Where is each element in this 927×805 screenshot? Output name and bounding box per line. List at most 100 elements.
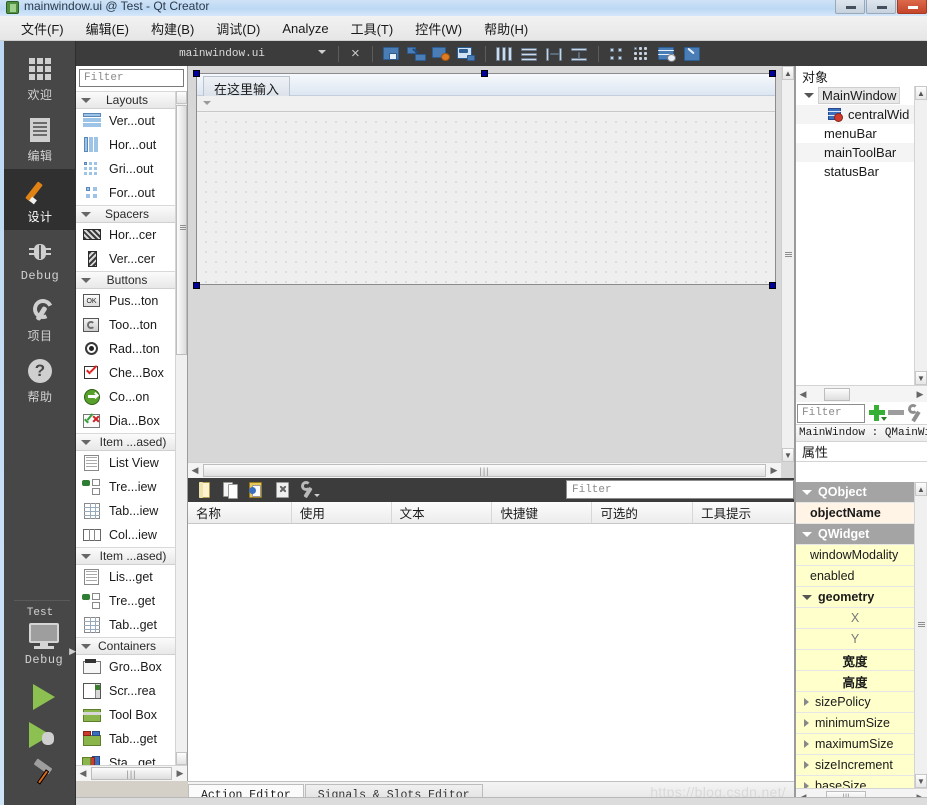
widget-list-widget[interactable]: Lis...get xyxy=(76,565,175,589)
property-basesize[interactable]: baseSize xyxy=(796,776,914,788)
menu-build[interactable]: 构建(B) xyxy=(140,16,205,41)
mode-edit[interactable]: 编辑 xyxy=(4,108,76,169)
scroll-down-arrow-icon[interactable]: ▼ xyxy=(915,371,927,385)
minimize-button[interactable] xyxy=(835,0,865,14)
scroll-right-arrow-icon[interactable]: ▶ xyxy=(767,465,781,476)
layout-splitter-vertical-button[interactable] xyxy=(568,44,591,64)
run-button[interactable] xyxy=(8,672,80,718)
property-editor-vertical-scrollbar[interactable]: ▲ ▼ xyxy=(914,482,927,788)
mode-projects[interactable]: 项目 xyxy=(4,288,76,349)
column-used[interactable]: 使用 xyxy=(292,502,392,523)
remove-dynamic-property-button[interactable] xyxy=(887,403,905,423)
configure-property-editor-button[interactable] xyxy=(905,403,925,423)
widget-category-layouts[interactable]: Layouts xyxy=(76,91,175,109)
widget-category-buttons[interactable]: Buttons xyxy=(76,271,175,289)
layout-grid-button[interactable] xyxy=(631,44,654,64)
mode-welcome[interactable]: 欢迎 xyxy=(4,47,76,108)
widget-list-view[interactable]: List View xyxy=(76,451,175,475)
widget-check-box[interactable]: Che...Box xyxy=(76,361,175,385)
object-inspector-vertical-scrollbar[interactable]: ▲ ▼ xyxy=(914,86,927,385)
scroll-up-arrow-icon[interactable] xyxy=(176,91,187,104)
column-name[interactable]: 名称 xyxy=(188,502,292,523)
scrollbar-thumb[interactable]: ||| xyxy=(91,767,172,780)
scroll-right-arrow-icon[interactable]: ▶ xyxy=(173,768,187,779)
close-document-button[interactable]: × xyxy=(345,45,366,62)
object-row-menubar[interactable]: menuBar xyxy=(796,124,927,143)
widget-box-filter-input[interactable]: Filter xyxy=(79,69,184,87)
selection-handle-top-right[interactable] xyxy=(769,70,776,77)
layout-form-button[interactable] xyxy=(606,44,629,64)
property-objectname[interactable]: objectName xyxy=(796,503,914,524)
menu-edit[interactable]: 编辑(E) xyxy=(75,16,140,41)
chevron-right-icon[interactable] xyxy=(804,740,809,748)
object-row-centralwidget[interactable]: centralWid xyxy=(796,105,927,124)
property-geometry-height[interactable]: 高度 xyxy=(796,671,914,692)
widget-tree-widget[interactable]: Tre...get xyxy=(76,589,175,613)
column-checkable[interactable]: 可选的 xyxy=(592,502,694,523)
widget-push-button[interactable]: OK Pus...ton xyxy=(76,289,175,313)
menu-debug[interactable]: 调试(D) xyxy=(205,16,271,41)
widget-scroll-area[interactable]: Scr...rea xyxy=(76,679,175,703)
mode-design[interactable]: 设计 xyxy=(4,169,76,230)
main-window-form[interactable]: 在这里输入 xyxy=(196,73,776,285)
edit-widgets-button[interactable] xyxy=(380,44,403,64)
new-action-button[interactable] xyxy=(193,479,217,501)
object-inspector-horizontal-scrollbar[interactable]: ◀ ▶ xyxy=(796,385,927,402)
scroll-down-arrow-icon[interactable]: ▼ xyxy=(782,448,794,462)
layout-vertically-button[interactable] xyxy=(518,44,541,64)
chevron-down-icon[interactable] xyxy=(804,93,814,98)
property-geometry-y[interactable]: Y xyxy=(796,629,914,650)
menu-analyze[interactable]: Analyze xyxy=(271,18,339,39)
mode-debug[interactable]: Debug xyxy=(4,230,76,288)
widget-box-vertical-scrollbar[interactable] xyxy=(175,91,187,765)
property-filter-input[interactable]: Filter xyxy=(797,403,865,423)
scroll-left-arrow-icon[interactable]: ◀ xyxy=(796,389,810,400)
widget-tree-view[interactable]: Tre...iew xyxy=(76,475,175,499)
widget-box-horizontal-scrollbar[interactable]: ◀ ||| ▶ xyxy=(76,765,187,781)
widget-stacked-widget[interactable]: Sta...get xyxy=(76,751,175,765)
start-debugging-button[interactable] xyxy=(8,718,80,756)
column-tooltip[interactable]: 工具提示 xyxy=(693,502,794,523)
widget-tool-button[interactable]: Too...ton xyxy=(76,313,175,337)
widget-column-view[interactable]: Col...iew xyxy=(76,523,175,547)
widget-category-item-widgets[interactable]: Item ...ased) xyxy=(76,547,175,565)
widget-radio-button[interactable]: Rad...ton xyxy=(76,337,175,361)
maximize-button[interactable] xyxy=(866,0,896,14)
edit-tab-order-button[interactable] xyxy=(455,44,478,64)
copy-action-button[interactable] xyxy=(219,479,243,501)
widget-vertical-spacer[interactable]: Ver...cer xyxy=(76,247,175,271)
column-text[interactable]: 文本 xyxy=(392,502,493,523)
menu-tools[interactable]: 工具(T) xyxy=(340,16,405,41)
widget-category-item-views[interactable]: Item ...ased) xyxy=(76,433,175,451)
widget-category-spacers[interactable]: Spacers xyxy=(76,205,175,223)
scrollbar-thumb[interactable] xyxy=(176,105,187,355)
paste-action-button[interactable] xyxy=(245,479,269,501)
break-layout-button[interactable] xyxy=(656,44,679,64)
form-central-widget[interactable] xyxy=(197,113,775,284)
scroll-left-arrow-icon[interactable]: ◀ xyxy=(76,768,90,779)
property-sizepolicy[interactable]: sizePolicy xyxy=(796,692,914,713)
scroll-left-arrow-icon[interactable]: ◀ xyxy=(188,465,202,476)
action-settings-button[interactable] xyxy=(297,479,321,501)
scrollbar-thumb[interactable] xyxy=(824,387,850,401)
property-geometry-x[interactable]: X xyxy=(796,608,914,629)
property-enabled[interactable]: enabled xyxy=(796,566,914,587)
layout-horizontally-button[interactable] xyxy=(493,44,516,64)
selection-handle-bottom-left[interactable] xyxy=(193,282,200,289)
property-minimumsize[interactable]: minimumSize xyxy=(796,713,914,734)
close-button[interactable] xyxy=(897,0,927,14)
widget-command-link-button[interactable]: Co...on xyxy=(76,385,175,409)
object-row-mainwindow[interactable]: MainWindow xyxy=(796,86,927,105)
kit-selector-button[interactable]: ▶ Debug xyxy=(8,619,80,672)
property-maximumsize[interactable]: maximumSize xyxy=(796,734,914,755)
edit-buddies-button[interactable] xyxy=(430,44,453,64)
add-dynamic-property-button[interactable] xyxy=(867,403,887,423)
delete-action-button[interactable] xyxy=(271,479,295,501)
scroll-down-arrow-icon[interactable] xyxy=(176,752,187,765)
scroll-up-arrow-icon[interactable]: ▲ xyxy=(915,86,927,100)
edit-signals-slots-button[interactable] xyxy=(405,44,428,64)
property-geometry-width[interactable]: 宽度 xyxy=(796,650,914,671)
widget-tab-widget[interactable]: Tab...get xyxy=(76,727,175,751)
scroll-up-arrow-icon[interactable]: ▲ xyxy=(782,66,794,80)
action-filter-input[interactable]: Filter xyxy=(566,480,794,499)
